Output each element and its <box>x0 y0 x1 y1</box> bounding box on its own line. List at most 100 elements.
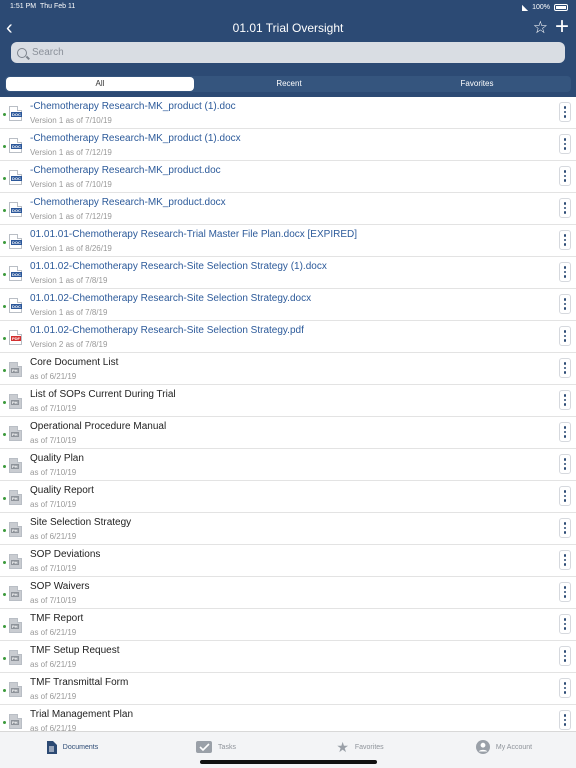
list-item[interactable]: PH TMF Setup Request as of 6/21/19 <box>0 641 576 673</box>
file-type-label: PH <box>11 560 19 565</box>
document-version: Version 1 as of 7/8/19 <box>30 308 108 317</box>
document-name[interactable]: -Chemotherapy Research-MK_product.docx <box>30 197 226 208</box>
list-item[interactable]: PH List of SOPs Current During Trial as of… <box>0 385 576 417</box>
document-name[interactable]: SOP Waivers <box>30 581 89 592</box>
file-type-label: PH <box>11 368 19 373</box>
more-options-button[interactable] <box>559 134 571 154</box>
more-options-button[interactable] <box>559 550 571 570</box>
tab-documents[interactable]: Documents <box>0 726 144 768</box>
more-dot-icon <box>563 682 567 685</box>
list-item[interactable]: PH SOP Deviations as of 7/10/19 <box>0 545 576 577</box>
segment-all[interactable]: All <box>6 77 194 91</box>
more-options-button[interactable] <box>559 166 571 186</box>
document-name[interactable]: Site Selection Strategy <box>30 517 131 528</box>
list-item[interactable]: PH Operational Procedure Manual as of 7/10… <box>0 417 576 449</box>
more-dot-icon <box>563 179 567 182</box>
document-name[interactable]: Operational Procedure Manual <box>30 421 166 432</box>
more-options-button[interactable] <box>559 678 571 698</box>
more-dot-icon <box>563 403 567 406</box>
more-options-button[interactable] <box>559 230 571 250</box>
status-dot-icon <box>3 561 6 564</box>
document-name[interactable]: SOP Deviations <box>30 549 100 560</box>
document-version: as of 6/21/19 <box>30 692 77 701</box>
more-options-button[interactable] <box>559 646 571 666</box>
more-options-button[interactable] <box>559 486 571 506</box>
more-dot-icon <box>563 458 567 461</box>
more-options-button[interactable] <box>559 262 571 282</box>
document-name[interactable]: TMF Report <box>30 613 83 624</box>
more-options-button[interactable] <box>559 582 571 602</box>
status-dot-icon <box>3 433 6 436</box>
document-name[interactable]: TMF Transmittal Form <box>30 677 128 688</box>
segment-recent[interactable]: Recent <box>195 76 383 92</box>
list-item[interactable]: DOC -Chemotherapy Research-MK_product (1)… <box>0 129 576 161</box>
document-version: Version 2 as of 7/8/19 <box>30 340 108 349</box>
more-dot-icon <box>563 234 567 237</box>
list-item[interactable]: PH SOP Waivers as of 7/10/19 <box>0 577 576 609</box>
document-name[interactable]: -Chemotherapy Research-MK_product.doc <box>30 165 221 176</box>
more-dot-icon <box>563 330 567 333</box>
more-dot-icon <box>563 238 567 242</box>
file-type-icon: PH <box>9 458 22 473</box>
tasks-icon <box>196 741 213 753</box>
document-name[interactable]: Quality Plan <box>30 453 84 464</box>
more-dot-icon <box>563 654 567 658</box>
more-dot-icon <box>563 138 567 141</box>
document-name[interactable]: Core Document List <box>30 357 118 368</box>
document-name[interactable]: TMF Setup Request <box>30 645 119 656</box>
more-options-button[interactable] <box>559 390 571 410</box>
search-bar[interactable] <box>11 42 565 63</box>
file-type-icon: DOC <box>9 138 22 153</box>
list-item[interactable]: DOC -Chemotherapy Research-MK_product.doc… <box>0 161 576 193</box>
list-item[interactable]: DOC 01.01.02-Chemotherapy Research-Site S… <box>0 289 576 321</box>
list-item[interactable]: PH TMF Report as of 6/21/19 <box>0 609 576 641</box>
more-dot-icon <box>563 211 567 214</box>
list-item[interactable]: PH Quality Plan as of 7/10/19 <box>0 449 576 481</box>
more-options-button[interactable] <box>559 326 571 346</box>
favorite-star-icon[interactable]: ☆ <box>533 18 548 38</box>
search-input[interactable] <box>32 47 532 58</box>
more-dot-icon <box>563 366 567 370</box>
list-item[interactable]: DOC -Chemotherapy Research-MK_product.doc… <box>0 193 576 225</box>
document-name[interactable]: Trial Management Plan <box>30 709 133 720</box>
more-dot-icon <box>563 499 567 502</box>
more-options-button[interactable] <box>559 454 571 474</box>
document-name[interactable]: Quality Report <box>30 485 94 496</box>
list-item[interactable]: DOC 01.01.01-Chemotherapy Research-Trial … <box>0 225 576 257</box>
more-dot-icon <box>563 490 567 493</box>
more-options-button[interactable] <box>559 422 571 442</box>
file-type-icon: PH <box>9 426 22 441</box>
document-name[interactable]: 01.01.02-Chemotherapy Research-Site Sele… <box>30 261 327 272</box>
document-name[interactable]: 01.01.02-Chemotherapy Research-Site Sele… <box>30 293 311 304</box>
list-item[interactable]: PH Quality Report as of 7/10/19 <box>0 481 576 513</box>
list-item[interactable]: DOC 01.01.02-Chemotherapy Research-Site S… <box>0 257 576 289</box>
more-options-button[interactable] <box>559 294 571 314</box>
document-name[interactable]: -Chemotherapy Research-MK_product (1).do… <box>30 133 241 144</box>
file-type-label: DOC <box>11 208 22 213</box>
status-dot-icon <box>3 145 6 148</box>
document-name[interactable]: 01.01.01-Chemotherapy Research-Trial Mas… <box>30 229 357 240</box>
document-name[interactable]: List of SOPs Current During Trial <box>30 389 176 400</box>
document-name[interactable]: 01.01.02-Chemotherapy Research-Site Sele… <box>30 325 304 336</box>
list-item[interactable]: PH TMF Transmittal Form as of 6/21/19 <box>0 673 576 705</box>
more-options-button[interactable] <box>559 358 571 378</box>
add-plus-icon[interactable]: + <box>555 14 569 40</box>
document-version: as of 6/21/19 <box>30 372 77 381</box>
more-options-button[interactable] <box>559 518 571 538</box>
battery-percent: 100% <box>532 4 550 11</box>
more-options-button[interactable] <box>559 198 571 218</box>
more-dot-icon <box>563 618 567 621</box>
document-name[interactable]: -Chemotherapy Research-MK_product (1).do… <box>30 101 236 112</box>
tab-my-account[interactable]: My Account <box>432 726 576 768</box>
battery-icon <box>554 4 568 11</box>
list-item[interactable]: DOC -Chemotherapy Research-MK_product (1)… <box>0 97 576 129</box>
more-options-button[interactable] <box>559 614 571 634</box>
list-item[interactable]: PDF 01.01.02-Chemotherapy Research-Site S… <box>0 321 576 353</box>
status-dot-icon <box>3 241 6 244</box>
more-options-button[interactable] <box>559 102 571 122</box>
segment-favorites[interactable]: Favorites <box>383 76 571 92</box>
list-item[interactable]: PH Site Selection Strategy as of 6/21/19 <box>0 513 576 545</box>
tab-my-account-label: My Account <box>495 743 533 751</box>
list-item[interactable]: PH Core Document List as of 6/21/19 <box>0 353 576 385</box>
document-version: as of 7/10/19 <box>30 564 77 573</box>
